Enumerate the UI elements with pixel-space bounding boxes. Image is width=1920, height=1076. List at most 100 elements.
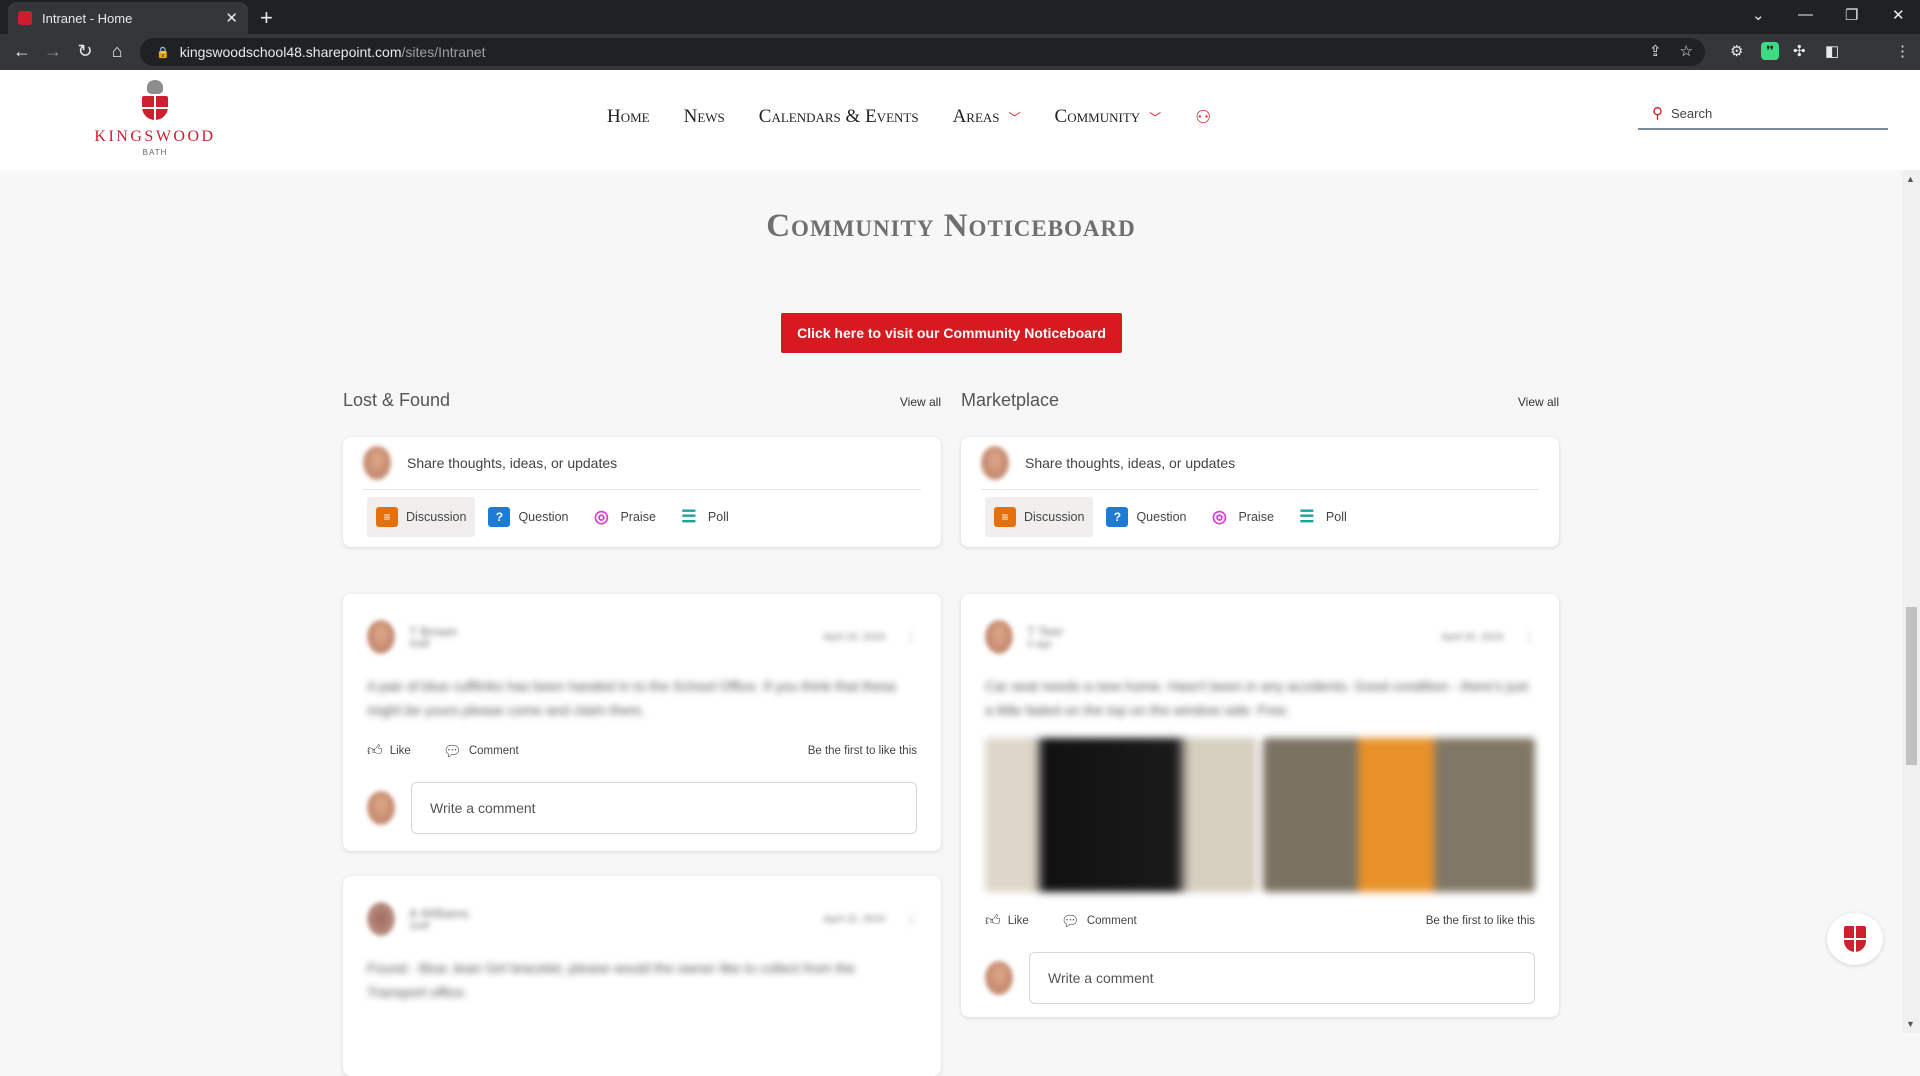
nav-news[interactable]: News [684,106,725,128]
post-date: April 22, 2023 [823,913,885,925]
nav-label: News [683,106,725,127]
post-type-label: Praise [1238,510,1274,524]
crest-chat-button[interactable] [1827,913,1883,965]
restore-icon[interactable]: ❐ [1845,6,1858,24]
view-all-link[interactable]: View all [900,395,941,409]
post-composer: Share thoughts, ideas, or updates ≡ Discu… [961,437,1559,547]
post-type-praise[interactable]: ◎ Praise [581,497,664,537]
author-name[interactable]: A Williams [409,906,469,921]
site-logo[interactable]: KINGSWOOD BATH [92,80,218,157]
search-input[interactable] [1671,105,1871,121]
comment-bubble-icon: 💬︎ [1060,913,1080,930]
window-close-icon[interactable]: ✕ [1892,6,1905,24]
comment-input[interactable] [1029,952,1535,1004]
extensions-puzzle-icon[interactable]: ✣ [1793,42,1806,60]
back-icon[interactable]: ← [10,41,34,62]
extension-green-icon[interactable]: ❜❜ [1761,42,1779,60]
like-label: Like [1007,915,1029,927]
author-name[interactable]: T Teer [1027,624,1063,639]
new-tab-icon[interactable]: + [260,5,273,31]
post-type-label: Discussion [1024,510,1085,524]
extension-gear-icon[interactable]: ⚙ [1730,42,1743,60]
search-box: ⚲ [1638,98,1888,130]
post-type-discussion[interactable]: ≡ Discussion [985,497,1094,537]
post-card: A Williams Staff April 22, 2023 ⋮ Found … [343,876,941,1076]
address-bar[interactable]: 🔒 kingswoodschool48.sharepoint.com/sites… [140,38,1705,66]
post-type-label: Praise [620,510,656,524]
author-avatar [985,620,1013,654]
browser-tab[interactable]: Intranet - Home ✕ [8,2,248,34]
post-type-poll[interactable]: ☰ Poll [669,497,738,537]
post-image-label[interactable] [1263,738,1535,892]
menu-kebab-icon[interactable]: ⋮ [1895,42,1910,60]
comment-input[interactable] [411,782,917,834]
section-title: Marketplace [961,390,1060,410]
tab-title: Intranet - Home [42,10,133,26]
like-label: Like [389,745,411,757]
post-type-label: Discussion [406,510,467,524]
post-composer: Share thoughts, ideas, or updates ≡ Discu… [343,437,941,547]
more-options-icon[interactable]: ⋮ [905,912,917,926]
page-scrollbar[interactable]: ▲ ▼ [1902,170,1920,1033]
author-meta: Staff [409,639,430,650]
scroll-down-icon[interactable]: ▼ [1906,1019,1915,1029]
comment-bubble-icon: 💬︎ [442,743,462,760]
post-body: A pair of blue cufflinks has been handed… [367,678,897,718]
view-all-link[interactable]: View all [1518,395,1559,409]
scrollbar-thumb[interactable] [1906,607,1917,765]
visit-noticeboard-button[interactable]: Click here to visit our Community Notice… [781,313,1122,353]
comment-button[interactable]: 💬︎ Comment [1061,912,1137,930]
avatar [363,446,391,480]
post-type-label: Question [1136,510,1187,524]
browser-tab-strip: Intranet - Home ✕ + ⌄ — ❐ ✕ [0,0,1920,34]
nav-community[interactable]: Community ﹀ [1055,106,1162,128]
side-panel-icon[interactable]: ◧ [1825,42,1839,60]
author-meta: Staff [409,921,430,932]
minimize-icon[interactable]: — [1798,6,1813,23]
page-title: Community Noticeboard [766,208,1136,244]
tab-search-icon[interactable]: ⌄ [1752,6,1765,24]
post-type-praise[interactable]: ◎ Praise [1199,497,1282,537]
nav-calendars-events[interactable]: Calendars & Events [759,106,919,128]
post-type-label: Poll [707,510,729,524]
more-options-icon[interactable]: ⋮ [1523,630,1535,644]
school-crest-icon [1844,926,1866,952]
share-icon[interactable]: ⇪ [1649,42,1662,60]
comment-button[interactable]: 💬︎ Comment [443,742,519,760]
reload-icon[interactable]: ↻ [73,41,97,62]
browser-toolbar: ← → ↻ ⌂ 🔒 kingswoodschool48.sharepoint.c… [0,34,1920,97]
nav-label: Community [1054,106,1141,127]
author-name[interactable]: T Brown [409,624,457,639]
nav-home[interactable]: Home [607,106,650,128]
poll-icon: ☰ [1299,507,1315,526]
bookmark-star-icon[interactable]: ☆ [1680,42,1693,60]
post-card: T Teer 3 ago April 20, 2023 ⋮ Car seat n… [961,594,1559,1017]
school-crest-icon [140,80,170,126]
post-image-car-seat[interactable] [985,738,1257,892]
home-icon[interactable]: ⌂ [105,41,129,62]
post-body: Car seat needs a new home. Hasn't been i… [985,678,1529,718]
comment-label: Comment [468,745,519,757]
section-title: Lost & Found [343,390,451,410]
post-type-question[interactable]: ? Question [1097,497,1195,537]
nav-label: Areas [952,106,1000,127]
like-button[interactable]: 👍︎ Like [985,912,1029,930]
post-type-question[interactable]: ? Question [479,497,577,537]
discussion-icon: ≡ [994,507,1016,527]
more-options-icon[interactable]: ⋮ [905,630,917,644]
nav-areas[interactable]: Areas ﹀ [953,106,1021,128]
chevron-down-icon: ﹀ [1149,110,1162,125]
author-meta: 3 ago [1027,639,1053,650]
close-tab-icon[interactable]: ✕ [225,9,238,27]
person-settings-icon[interactable]: ⚇ [1195,107,1211,128]
like-button[interactable]: 👍︎ Like [367,742,411,760]
comment-label: Comment [1086,915,1137,927]
post-type-poll[interactable]: ☰ Poll [1287,497,1356,537]
forward-icon[interactable]: → [41,41,65,62]
post-card: T Brown Staff April 23, 2023 ⋮ A pair of… [343,594,941,851]
composer-placeholder[interactable]: Share thoughts, ideas, or updates [407,455,617,471]
composer-placeholder[interactable]: Share thoughts, ideas, or updates [1025,455,1235,471]
nav-label: Home [607,106,650,127]
post-type-discussion[interactable]: ≡ Discussion [367,497,476,537]
scroll-up-icon[interactable]: ▲ [1906,174,1915,184]
